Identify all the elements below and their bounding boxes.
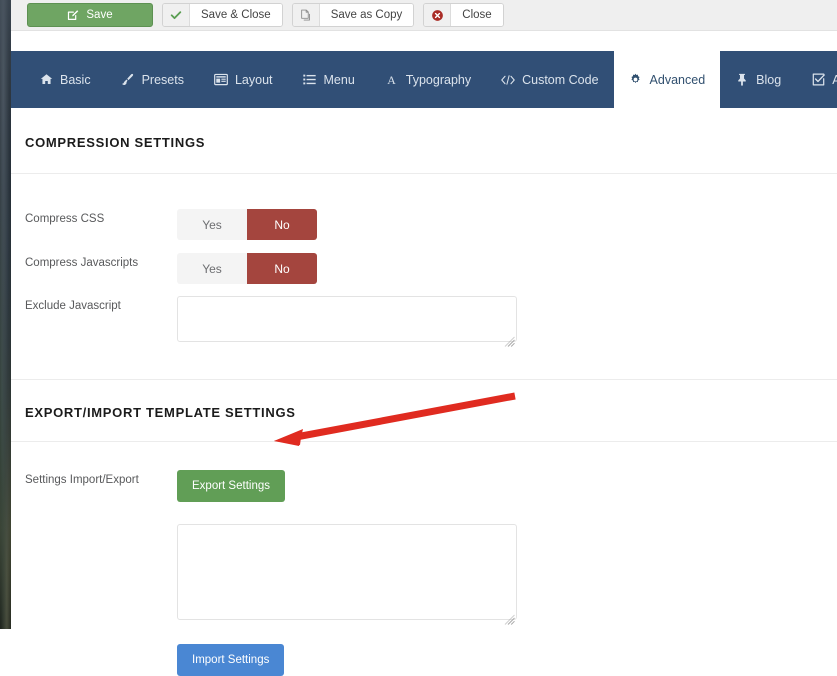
export-import-settings-heading: EXPORT/IMPORT TEMPLATE SETTINGS [25, 405, 296, 420]
pencil-square-icon [67, 9, 79, 21]
font-a-icon: A [385, 73, 399, 87]
home-icon [39, 73, 53, 87]
exclude-javascript-textarea-wrap [177, 296, 517, 347]
exclude-javascript-row: Exclude Javascript [11, 296, 837, 347]
exclude-javascript-textarea[interactable] [177, 296, 517, 342]
tab-presets[interactable]: Presets [106, 51, 199, 108]
save-button-label: Save [86, 9, 113, 21]
settings-import-export-controls: Export Settings Import Settings [177, 470, 517, 676]
save-button[interactable]: Save [27, 3, 153, 27]
page-background-strip [0, 0, 11, 629]
export-settings-button[interactable]: Export Settings [177, 470, 285, 502]
compress-javascripts-label: Compress Javascripts [25, 257, 139, 269]
editor-toolbar: Save Save & Close Save as Copy Close [11, 0, 837, 31]
tab-menu[interactable]: Menu [288, 51, 370, 108]
save-as-copy-label: Save as Copy [319, 4, 414, 26]
toolbar-content-gap [11, 31, 837, 51]
tab-blog[interactable]: Blog [720, 51, 796, 108]
compress-javascripts-row: Compress Javascripts Yes No [11, 253, 837, 284]
tab-advanced-label: Advanced [649, 72, 706, 87]
tab-assignment-label: Assignment [832, 72, 837, 87]
check-icon [163, 4, 190, 26]
tab-menu-label: Menu [323, 72, 355, 87]
list-icon [303, 73, 317, 87]
tab-basic[interactable]: Basic [11, 51, 106, 108]
close-button[interactable]: Close [423, 3, 504, 27]
tab-typography[interactable]: A Typography [370, 51, 486, 108]
tab-advanced[interactable]: Advanced [613, 51, 721, 108]
close-button-label: Close [451, 4, 503, 26]
import-settings-textarea-wrap [177, 524, 517, 625]
compress-css-row: Compress CSS Yes No [11, 209, 837, 240]
code-icon [501, 73, 515, 87]
import-settings-textarea[interactable] [177, 524, 517, 620]
save-and-close-button[interactable]: Save & Close [162, 3, 283, 27]
toolbar-button-group: Save Save & Close Save as Copy Close [27, 3, 504, 27]
tab-typography-label: Typography [405, 72, 472, 87]
compress-javascripts-toggle[interactable]: Yes No [177, 253, 317, 284]
pushpin-icon [735, 73, 749, 87]
paintbrush-icon [121, 73, 135, 87]
compress-css-yes-option[interactable]: Yes [177, 209, 247, 240]
settings-import-export-row: Settings Import/Export Export Settings I… [11, 470, 837, 676]
tab-presets-label: Presets [141, 72, 184, 87]
compression-settings-heading: COMPRESSION SETTINGS [25, 135, 206, 150]
checked-box-icon [811, 73, 825, 87]
copy-icon [292, 4, 320, 26]
compress-css-no-option[interactable]: No [247, 209, 317, 240]
svg-text:A: A [388, 74, 397, 86]
tab-layout-label: Layout [234, 72, 273, 87]
settings-import-export-label: Settings Import/Export [25, 474, 139, 486]
close-circle-icon [424, 4, 452, 26]
tab-custom-code-label: Custom Code [522, 72, 599, 87]
tab-blog-label: Blog [756, 72, 782, 87]
tab-basic-label: Basic [60, 72, 91, 87]
save-as-copy-button[interactable]: Save as Copy [291, 3, 415, 27]
gear-icon [629, 73, 643, 87]
compress-javascripts-yes-option[interactable]: Yes [177, 253, 247, 284]
layout-icon [214, 73, 228, 87]
tab-layout[interactable]: Layout [199, 51, 288, 108]
exclude-javascript-label: Exclude Javascript [25, 300, 121, 312]
compress-css-toggle[interactable]: Yes No [177, 209, 317, 240]
compress-css-label: Compress CSS [25, 213, 105, 225]
compress-javascripts-no-option[interactable]: No [247, 253, 317, 284]
tab-custom-code[interactable]: Custom Code [486, 51, 613, 108]
import-settings-button[interactable]: Import Settings [177, 644, 285, 676]
template-settings-tabs: Basic Presets Layout Menu A Typography C… [11, 51, 837, 108]
advanced-settings-panel: COMPRESSION SETTINGS Compress CSS Yes No… [11, 108, 837, 676]
tab-assignment[interactable]: Assignment [796, 51, 837, 108]
save-and-close-label: Save & Close [190, 4, 282, 26]
